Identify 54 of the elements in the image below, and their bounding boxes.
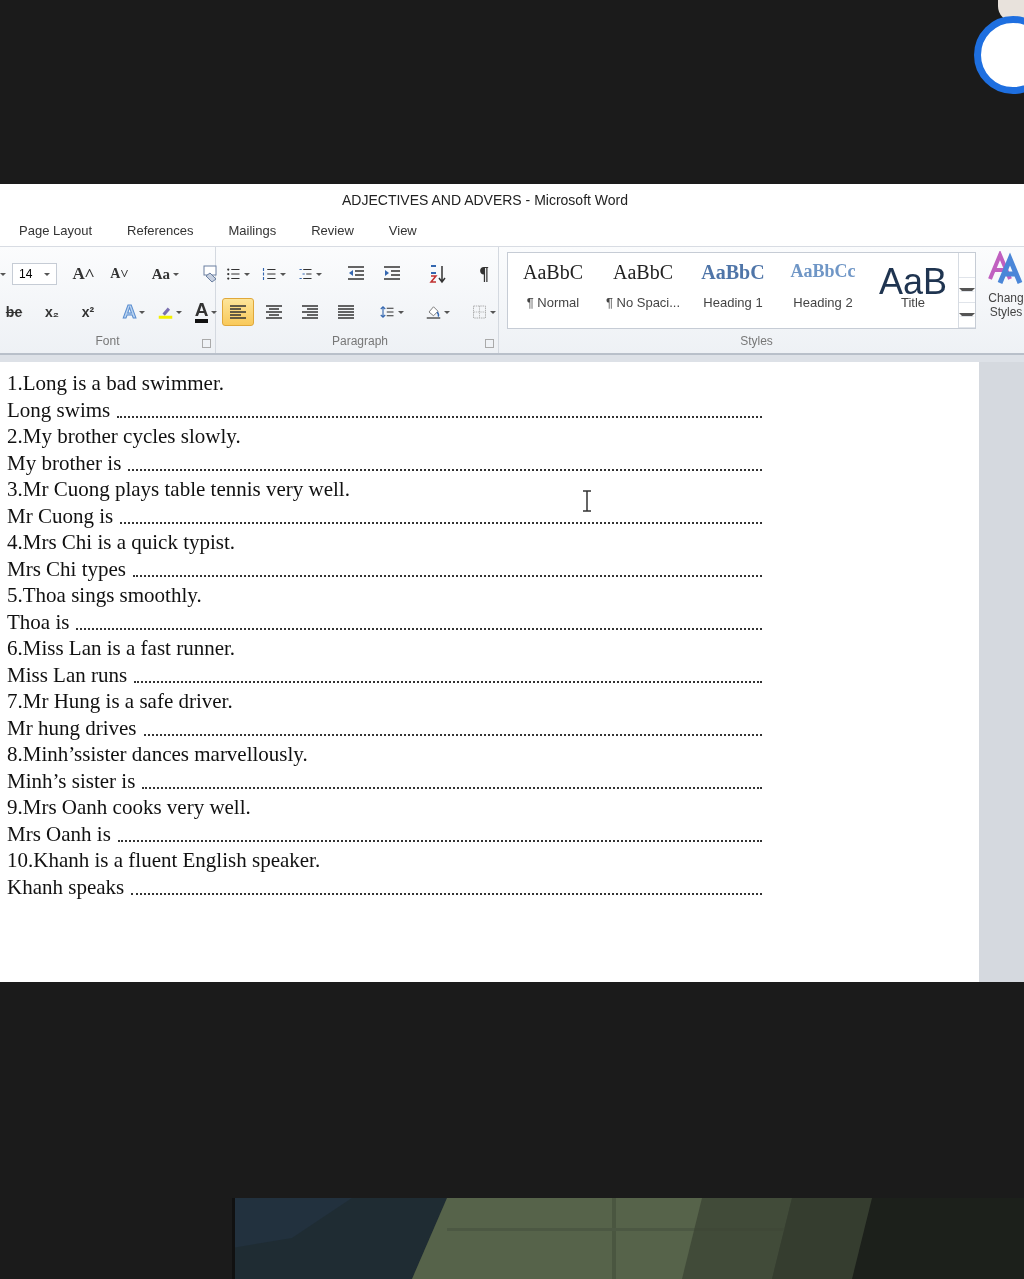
- answer-stem: Minh’s sister is: [7, 767, 136, 794]
- align-center-icon: [264, 302, 284, 322]
- exercise-sentence: 4.Mrs Chi is a quick typist.: [7, 529, 236, 556]
- answer-stem: Mrs Oanh is: [7, 820, 111, 847]
- superscript-button[interactable]: x²: [72, 298, 104, 326]
- show-marks-button[interactable]: ¶: [468, 260, 500, 288]
- group-label: Styles: [740, 333, 773, 350]
- group-label: Font: [95, 333, 120, 350]
- answer-stem: Mr hung drives: [7, 714, 137, 741]
- answer-stem: Mr Cuong is: [7, 502, 114, 529]
- align-left-button[interactable]: [222, 298, 254, 326]
- sort-icon: [428, 264, 448, 284]
- ribbon-tab[interactable]: References: [127, 223, 194, 238]
- borders-icon: [472, 302, 487, 322]
- gallery-scrollbar[interactable]: [958, 253, 975, 328]
- exercise-sentence: 1.Long is a bad swimmer.: [7, 370, 224, 397]
- answer-stem: Khanh speaks: [7, 873, 125, 900]
- answer-stem: My brother is: [7, 449, 122, 476]
- ribbon-tab[interactable]: Page Layout: [19, 223, 92, 238]
- text-cursor-icon: [581, 490, 593, 512]
- exercise-sentence: 7.Mr Hung is a safe driver.: [7, 688, 233, 715]
- font-size-field[interactable]: 14: [12, 263, 58, 285]
- answer-stem: Miss Lan runs: [7, 661, 128, 688]
- answer-stem: Long swims: [7, 396, 111, 423]
- change-styles-button[interactable]: Chang Styles: [980, 247, 1024, 319]
- ribbon-tab[interactable]: Mailings: [228, 223, 277, 238]
- style-option[interactable]: AaBbC ¶ No Spaci...: [598, 253, 688, 328]
- answer-stem: Thoa is: [7, 608, 70, 635]
- align-right-icon: [300, 302, 320, 322]
- answer-stem: Mrs Chi types: [7, 555, 126, 582]
- style-option[interactable]: AaBbCc Heading 2: [778, 253, 868, 328]
- exercise-sentence: 10.Khanh is a fluent English speaker.: [7, 847, 321, 874]
- exercise-sentence: 3.Mr Cuong plays table tennis very well.: [7, 476, 350, 503]
- style-option[interactable]: AaBbC ¶ Normal: [508, 253, 598, 328]
- shrink-font-button[interactable]: A˅: [103, 260, 136, 288]
- style-option[interactable]: AaBbC Heading 1: [688, 253, 778, 328]
- exercise-sentence: 6.Miss Lan is a fast runner.: [7, 635, 236, 662]
- exercise-sentence: 5.Thoa sings smoothly.: [7, 582, 202, 609]
- styles-icon: [988, 251, 1024, 285]
- window-title: ADJECTIVES AND ADVERS - Microsoft Word: [342, 191, 628, 208]
- ribbon-tab[interactable]: View: [388, 223, 417, 238]
- group-label: Paragraph: [331, 333, 388, 350]
- exercise-sentence: 8.Minh’ssister dances marvellously.: [7, 741, 308, 768]
- strikethrough-button[interactable]: be: [0, 298, 32, 326]
- exercise-sentence: 9.Mrs Oanh cooks very well.: [7, 794, 251, 821]
- justify-icon: [336, 302, 356, 322]
- font-color-button[interactable]: A: [190, 298, 222, 326]
- ribbon-tab[interactable]: Review: [311, 223, 354, 238]
- style-option[interactable]: AaB Title: [868, 253, 958, 328]
- exercise-sentence: 2.My brother cycles slowly.: [7, 423, 241, 450]
- subscript-button[interactable]: x₂: [36, 298, 68, 326]
- align-left-icon: [228, 302, 248, 322]
- change-case-button[interactable]: Aa: [149, 260, 182, 288]
- grow-font-button[interactable]: A˄: [67, 260, 100, 288]
